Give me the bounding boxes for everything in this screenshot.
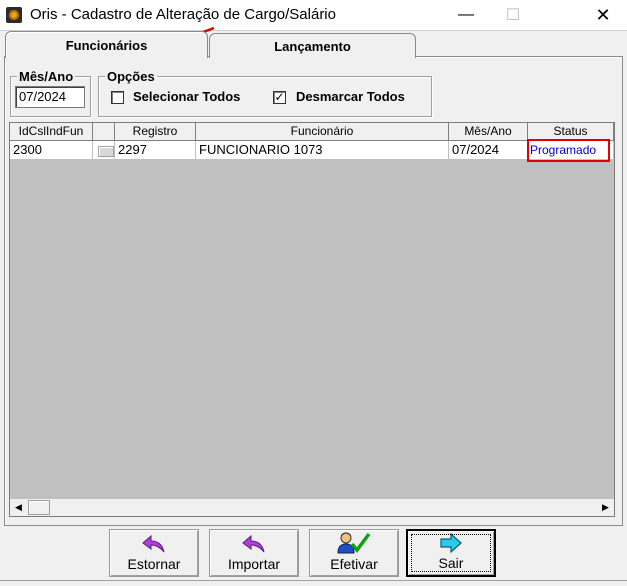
- cell-funcionario[interactable]: FUNCIONARIO 1073: [196, 141, 449, 160]
- horizontal-scrollbar[interactable]: ◀ ▶: [10, 499, 614, 516]
- efetivar-label: Efetivar: [330, 556, 378, 572]
- scroll-right-button[interactable]: ▶: [597, 499, 614, 516]
- row-select-button[interactable]: [98, 146, 114, 157]
- cell-registro[interactable]: 2297: [115, 141, 196, 160]
- purple-back-arrow-icon: [142, 534, 165, 553]
- importar-label: Importar: [227, 556, 281, 572]
- status-highlight-box: [527, 139, 610, 162]
- window-title: Oris - Cadastro de Alteração de Cargo/Sa…: [30, 6, 336, 23]
- column-header-indicator[interactable]: [93, 123, 115, 141]
- sair-button[interactable]: Sair: [406, 529, 496, 577]
- minimize-button[interactable]: —: [443, 0, 489, 30]
- opcoes-legend: Opções: [107, 69, 155, 84]
- selecionar-todos-checkbox[interactable]: [111, 91, 124, 104]
- focus-rectangle: [411, 534, 491, 572]
- efetivar-button[interactable]: Efetivar: [309, 529, 399, 577]
- estornar-button[interactable]: Estornar: [109, 529, 199, 577]
- tab-lancamento[interactable]: Lançamento: [209, 33, 416, 58]
- tab-funcionarios[interactable]: Funcionários: [5, 31, 208, 58]
- status-divider: [0, 580, 627, 581]
- desmarcar-todos-checkbox[interactable]: ✓: [273, 91, 286, 104]
- selecionar-todos-label[interactable]: Selecionar Todos: [133, 89, 240, 104]
- scroll-thumb[interactable]: [28, 500, 50, 515]
- cell-mes-ano[interactable]: 07/2024: [449, 141, 528, 160]
- cell-idcslindfun[interactable]: 2300: [10, 141, 93, 160]
- scroll-left-button[interactable]: ◀: [10, 499, 27, 516]
- column-header-registro[interactable]: Registro: [115, 123, 196, 141]
- column-header-funcionario[interactable]: Funcionário: [196, 123, 449, 141]
- app-icon: [6, 7, 22, 23]
- mes-ano-legend: Mês/Ano: [19, 69, 74, 84]
- close-button[interactable]: ✕: [580, 0, 626, 30]
- column-header-idcslindfun[interactable]: IdCslIndFun: [10, 123, 93, 141]
- desmarcar-todos-label[interactable]: Desmarcar Todos: [296, 89, 405, 104]
- person-checkmark-icon: [337, 532, 371, 554]
- column-header-mes-ano[interactable]: Mês/Ano: [449, 123, 528, 141]
- funcionarios-grid[interactable]: IdCslIndFun Registro Funcionário Mês/Ano…: [9, 122, 615, 517]
- purple-back-arrow-icon: [242, 534, 265, 553]
- maximize-button[interactable]: ☐: [490, 0, 536, 30]
- importar-button[interactable]: Importar: [209, 529, 299, 577]
- mes-ano-input[interactable]: 07/2024: [15, 86, 85, 108]
- estornar-label: Estornar: [127, 556, 181, 572]
